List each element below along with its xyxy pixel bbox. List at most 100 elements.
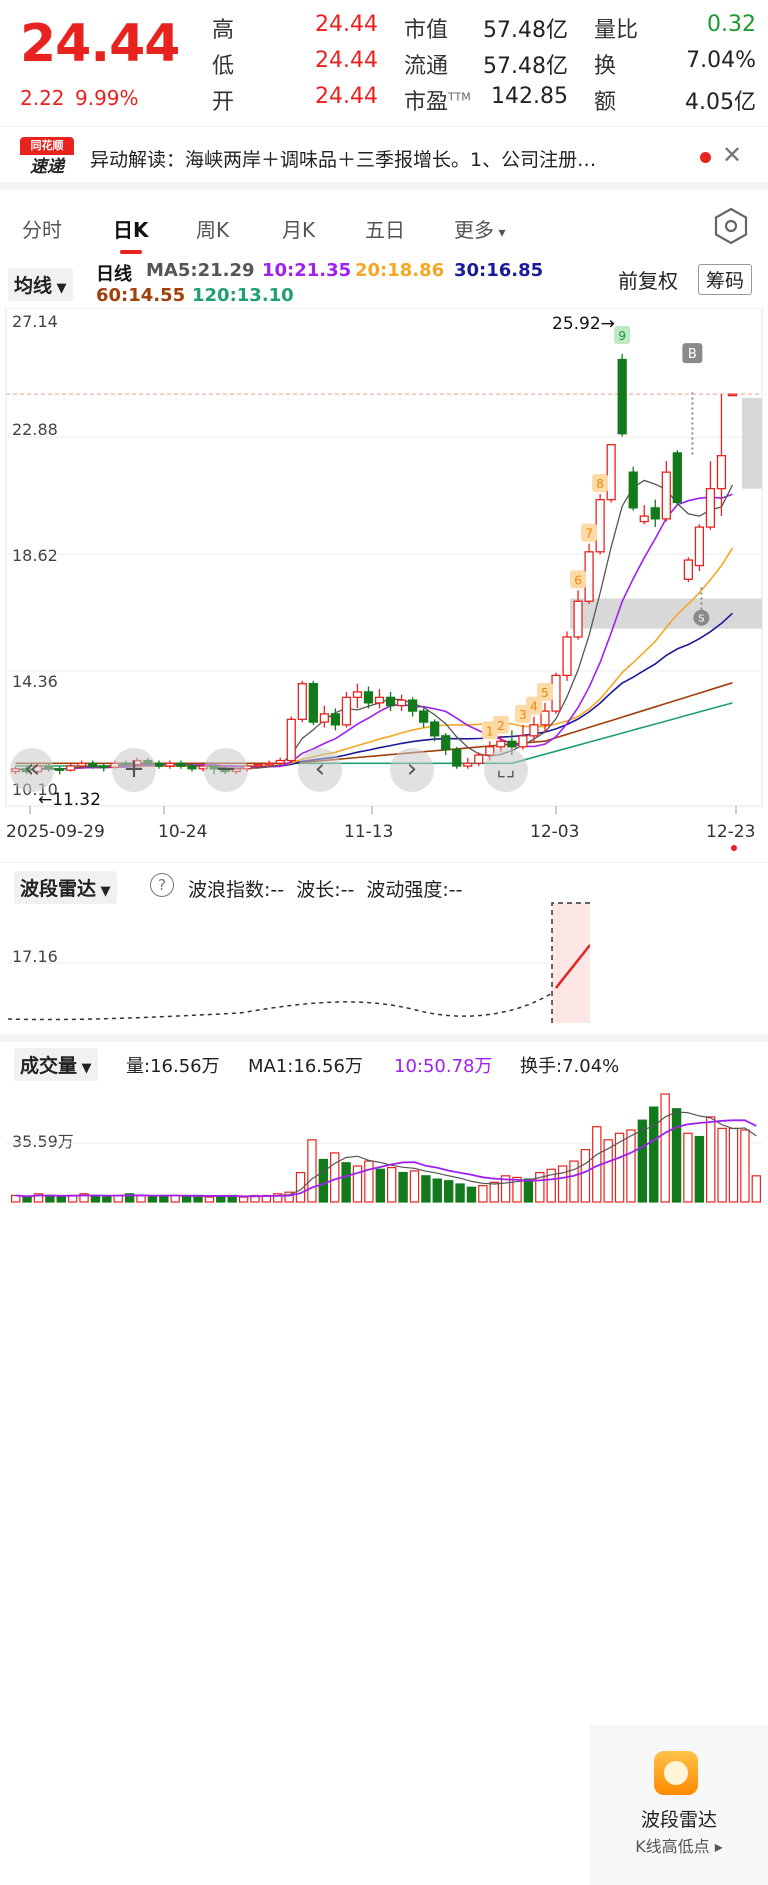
volume-ma10: 10:50.78万 — [394, 1056, 493, 1077]
label-market-cap: 市值 — [404, 18, 449, 43]
candle — [165, 762, 175, 767]
candle — [496, 740, 506, 748]
ma10-line — [15, 493, 733, 771]
volume-bar — [204, 1196, 215, 1203]
volume-bar — [56, 1196, 66, 1203]
volume-bar — [90, 1194, 101, 1203]
volume-bar — [386, 1167, 397, 1203]
quote-header: 24.44 2.22 9.99% 高 24.44 市值 57.48亿 量比 0.… — [0, 0, 768, 126]
last-price: 24.44 — [20, 14, 180, 74]
candle — [330, 713, 341, 726]
label-float: 流通 — [404, 54, 449, 79]
indicator-selector[interactable]: 均线 ▼ — [8, 268, 73, 301]
scroll-right-button[interactable]: › — [390, 748, 434, 792]
chips-button[interactable]: 筹码 — [698, 264, 753, 295]
dropdown-icon: ▼ — [52, 281, 67, 296]
wave-marker-1: 1 — [486, 724, 494, 738]
candle — [573, 600, 583, 638]
volume-panel: 成交量 ▼ 量:16.56万 MA1:16.56万 10:50.78万 换手:7… — [0, 1034, 768, 1203]
news-text[interactable]: 异动解读：海峡两岸＋调味品＋三季报增长。1、公司注册… — [90, 145, 596, 172]
volume-bar — [740, 1129, 750, 1203]
dropdown-icon: ▼ — [77, 1061, 92, 1076]
volume-bar — [466, 1186, 477, 1203]
settings-icon[interactable] — [712, 206, 750, 246]
volume-ma1: MA1:16.56万 — [248, 1056, 363, 1077]
tab-five-day[interactable]: 五日 — [365, 214, 405, 243]
value-pe: 142.85 — [491, 84, 568, 109]
volume-bar — [728, 1127, 739, 1203]
wave-marker-2: 2 — [497, 719, 505, 733]
candle — [727, 393, 738, 397]
news-bar[interactable]: 同花顺 速递 异动解读：海峡两岸＋调味品＋三季报增长。1、公司注册… ✕ — [0, 126, 768, 190]
wave-svg — [7, 902, 590, 1023]
label-volume-ratio: 量比 — [594, 18, 639, 43]
candle — [286, 718, 296, 762]
ma30-line — [15, 612, 734, 771]
wave-radar-panel: 波段雷达 ▼ ? 波浪指数:-- 波长:-- 波动强度:-- 17.16 波段雷… — [0, 862, 768, 1885]
scroll-left-button[interactable]: ‹ — [298, 748, 342, 792]
value-market-cap: 57.48亿 — [483, 18, 568, 43]
scroll-left-fast-button[interactable]: « — [10, 748, 54, 792]
signal-b: B — [688, 347, 697, 362]
y-label-3: 18.62 — [12, 546, 58, 565]
candle — [584, 551, 594, 602]
volume-bar — [330, 1152, 340, 1203]
candle — [275, 759, 285, 764]
candle — [99, 765, 109, 769]
news-logo: 同花顺 速递 — [20, 137, 74, 179]
volume-bar — [136, 1194, 146, 1203]
value-turnover: 7.04% — [686, 48, 756, 73]
value-open: 24.44 — [315, 84, 378, 109]
candle — [705, 487, 716, 528]
wave-marker-7: 7 — [585, 527, 593, 541]
volume-turnover: 换手:7.04% — [520, 1056, 620, 1077]
adjust-mode[interactable]: 前复权 — [618, 265, 678, 294]
candle — [352, 691, 363, 699]
tab-weekly[interactable]: 周K — [196, 214, 229, 243]
candle — [441, 735, 451, 751]
volume-bar — [409, 1170, 420, 1203]
candle — [374, 696, 385, 704]
candle — [628, 471, 638, 509]
tab-intraday[interactable]: 分时 — [22, 214, 62, 243]
kline-chart[interactable]: 123456789BS 27.14 22.88 18.62 14.36 10.1… — [0, 308, 768, 856]
wave-marker-4: 4 — [530, 700, 538, 714]
candle — [650, 507, 660, 520]
volume-bar — [216, 1196, 226, 1203]
zoom-out-button[interactable]: − — [204, 748, 248, 792]
volume-bar — [238, 1196, 249, 1203]
ma20-label: 20:18.86 — [355, 260, 445, 281]
volume-bar — [694, 1135, 705, 1203]
x-label-3: 12-03 — [530, 822, 580, 842]
x-label-4: 12-23 — [706, 822, 756, 842]
volume-bar — [455, 1183, 465, 1203]
volume-bar — [660, 1093, 670, 1203]
ma30-label: 30:16.85 — [454, 260, 544, 281]
news-logo-top: 同花顺 — [20, 137, 74, 155]
triangle-right-icon: ▸ — [709, 1837, 723, 1856]
label-open: 开 — [212, 90, 235, 115]
tab-daily[interactable]: 日K — [113, 214, 149, 243]
candle — [253, 764, 263, 767]
candle — [672, 452, 682, 504]
zoom-in-button[interactable]: + — [112, 748, 156, 792]
wave-radar-popup[interactable]: 波段雷达 K线高低点 ▸ — [590, 1725, 768, 1885]
candle — [430, 721, 440, 737]
ma20-line — [15, 547, 734, 771]
tab-more[interactable]: 更多 ▾ — [454, 214, 505, 243]
close-icon[interactable]: ✕ — [722, 141, 742, 169]
wave-marker-8: 8 — [596, 477, 604, 491]
period-label: 日线 — [96, 264, 132, 285]
tab-monthly[interactable]: 月K — [282, 214, 315, 243]
chevron-down-icon: ▾ — [494, 225, 506, 241]
value-float: 57.48亿 — [483, 54, 568, 79]
volume-bar — [375, 1168, 386, 1203]
price-change-pct: 9.99% — [75, 86, 139, 110]
x-label-1: 10-24 — [158, 822, 208, 842]
volume-selector[interactable]: 成交量 ▼ — [14, 1048, 98, 1081]
candle — [540, 710, 550, 726]
fullscreen-button[interactable]: ⌞⌟ — [484, 748, 528, 792]
volume-bar — [398, 1171, 408, 1203]
candle — [66, 765, 76, 771]
wave-curve — [7, 992, 553, 1021]
